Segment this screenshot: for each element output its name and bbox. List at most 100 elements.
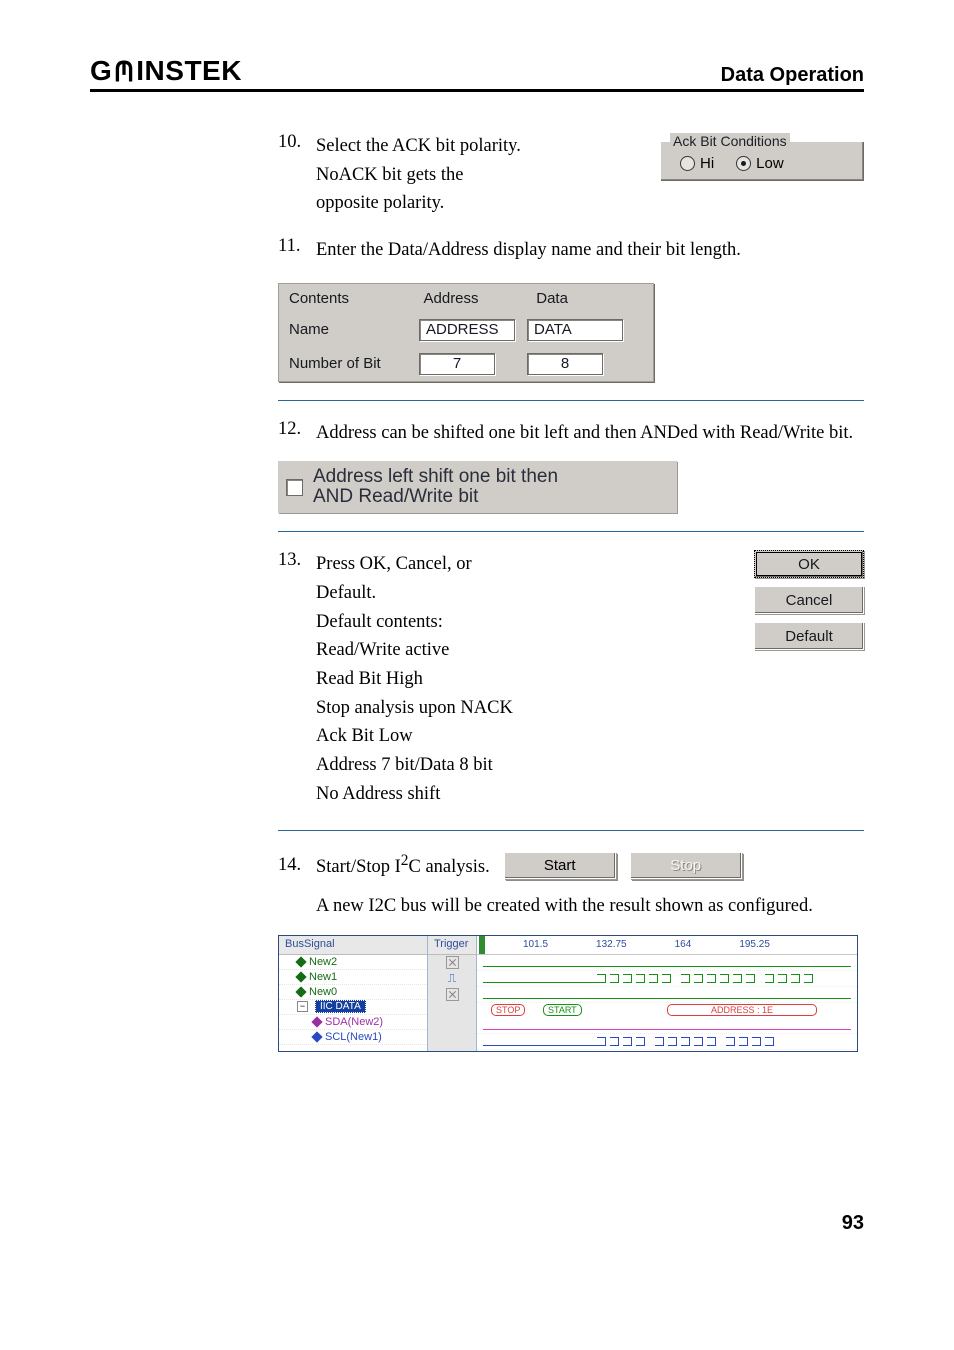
checkbox-icon[interactable]: [286, 479, 303, 496]
s14-sup: 2: [401, 852, 409, 869]
lane-scl: [477, 1034, 857, 1050]
trig-new0[interactable]: [428, 987, 476, 1003]
page-number: 93: [90, 1212, 864, 1235]
cap-stop: STOP: [491, 1004, 525, 1016]
s13-l4: Read Bit High: [316, 669, 423, 689]
tick-2: 164: [675, 939, 692, 950]
s13-l2: Default contents:: [316, 612, 443, 632]
step-13-text: Press OK, Cancel, or Default. Default co…: [316, 550, 740, 808]
trig-new1[interactable]: ⎍: [428, 971, 476, 987]
divider: [278, 531, 864, 532]
start-button[interactable]: Start: [504, 852, 616, 879]
cancel-button[interactable]: Cancel: [754, 586, 864, 614]
s13-l1: Default.: [316, 583, 376, 603]
ack-bit-conditions-group: Ack Bit Conditions Hi Low: [659, 132, 864, 181]
x-icon: [446, 988, 459, 1001]
radio-icon: [680, 156, 695, 171]
s13-l3: Read/Write active: [316, 640, 449, 660]
s13-l7: Address 7 bit/Data 8 bit: [316, 755, 493, 775]
lane-new1: [477, 971, 857, 987]
lane-new0: [477, 987, 857, 1003]
step-12-number: 12.: [278, 419, 316, 440]
step-10-number: 10.: [278, 132, 316, 153]
ack-hi-radio[interactable]: Hi: [680, 155, 714, 172]
step-14-text: Start/Stop I2C analysis.: [316, 849, 490, 882]
tick-3: 195.25: [739, 939, 770, 950]
step-11-text: Enter the Data/Address display name and …: [316, 236, 864, 265]
x-icon: [446, 956, 459, 969]
waveform-viewer: BusSignal New2 New1 New0 −IIC DATA SDA(N…: [278, 935, 858, 1052]
signal-new0-label: New0: [309, 986, 337, 998]
lane-iic-decode: STOP START ADDRESS : 1E: [477, 1003, 857, 1018]
signal-new1-label: New1: [309, 971, 337, 983]
trig-new2[interactable]: [428, 955, 476, 971]
signal-scl-label: SCL(New1): [325, 1031, 382, 1043]
tick-0: 101.5: [523, 939, 548, 950]
ack-hi-label: Hi: [700, 155, 714, 172]
address-shift-label: Address left shift one bit then AND Read…: [313, 467, 558, 507]
cad-head-contents: Contents: [289, 290, 418, 307]
cad-bits-label: Number of Bit: [289, 355, 419, 372]
lane-sda: [477, 1018, 857, 1034]
page-header: G INSTEK Data Operation: [90, 55, 864, 92]
rising-edge-icon: ⎍: [448, 971, 456, 986]
step-10-text-l2: NoACK bit gets the: [316, 165, 463, 185]
step-14-result-text: A new I2C bus will be created with the r…: [316, 892, 864, 921]
signal-iic[interactable]: −IIC DATA: [279, 1000, 427, 1015]
divider: [278, 830, 864, 831]
cap-address: ADDRESS : 1E: [667, 1004, 817, 1016]
step-12-text: Address can be shifted one bit left and …: [316, 419, 864, 448]
s13-l0: Press OK, Cancel, or: [316, 554, 472, 574]
s14-b: C analysis.: [409, 857, 490, 877]
ok-button[interactable]: OK: [754, 550, 864, 578]
signal-scl[interactable]: SCL(New1): [279, 1030, 427, 1045]
signal-sda[interactable]: SDA(New2): [279, 1015, 427, 1030]
section-title: Data Operation: [721, 64, 864, 87]
address-bits-input[interactable]: 7: [419, 353, 495, 375]
signal-new0[interactable]: New0: [279, 985, 427, 1000]
time-ruler: 101.5 132.75 164 195.25: [477, 936, 857, 955]
step-13-number: 13.: [278, 550, 316, 571]
step-14-number: 14.: [278, 855, 316, 876]
step-10-text-l3: opposite polarity.: [316, 193, 444, 213]
address-name-input[interactable]: ADDRESS: [419, 319, 515, 341]
contents-address-data-table: Contents Address Data Name ADDRESS DATA …: [278, 283, 654, 382]
step-10-row: 10. Select the ACK bit polarity. NoACK b…: [278, 132, 864, 222]
step-10-text-l1: Select the ACK bit polarity.: [316, 136, 521, 156]
s13-l6: Ack Bit Low: [316, 726, 413, 746]
logo-fork-icon: [113, 60, 135, 82]
stop-button[interactable]: Stop: [630, 852, 742, 879]
dialog-button-stack: OK Cancel Default: [754, 550, 864, 650]
s13-l8: No Address shift: [316, 784, 440, 804]
logo-right: INSTEK: [136, 55, 242, 87]
data-bits-input[interactable]: 8: [527, 353, 603, 375]
wave-col-bussignal: BusSignal: [279, 936, 427, 955]
step-10-text: Select the ACK bit polarity. NoACK bit g…: [316, 132, 649, 218]
default-button[interactable]: Default: [754, 622, 864, 650]
cap-start: START: [543, 1004, 582, 1016]
ack-low-radio[interactable]: Low: [736, 155, 784, 172]
s14-a: Start/Stop I: [316, 857, 401, 877]
cad-head-data: Data: [530, 290, 643, 307]
wave-col-trigger: Trigger: [428, 936, 476, 955]
ack-group-legend: Ack Bit Conditions: [670, 133, 790, 149]
radio-selected-icon: [736, 156, 751, 171]
ack-low-label: Low: [756, 155, 784, 172]
time-marker-icon: [479, 936, 485, 954]
waveform-plot-area[interactable]: 101.5 132.75 164 195.25 STOP S: [477, 936, 857, 1051]
shift-line2: AND Read/Write bit: [313, 486, 478, 507]
cad-head-address: Address: [418, 290, 531, 307]
address-shift-checkbox-row[interactable]: Address left shift one bit then AND Read…: [278, 461, 677, 513]
signal-new2-label: New2: [309, 956, 337, 968]
brand-logo: G INSTEK: [90, 55, 242, 87]
signal-new1[interactable]: New1: [279, 970, 427, 985]
s13-l5: Stop analysis upon NACK: [316, 698, 513, 718]
shift-line1: Address left shift one bit then: [313, 466, 558, 487]
tick-1: 132.75: [596, 939, 627, 950]
lane-new2: [477, 955, 857, 971]
tree-collapse-icon[interactable]: −: [297, 1001, 308, 1012]
data-name-input[interactable]: DATA: [527, 319, 623, 341]
logo-left: G: [90, 55, 112, 87]
signal-new2[interactable]: New2: [279, 955, 427, 970]
cad-name-label: Name: [289, 321, 419, 338]
